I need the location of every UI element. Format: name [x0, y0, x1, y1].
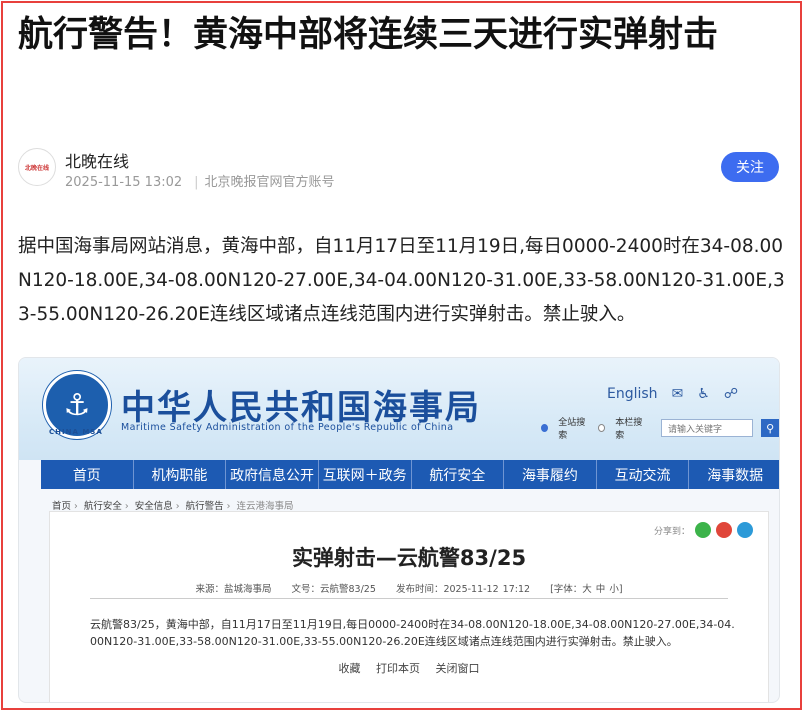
- site-subtitle: Maritime Safety Administration of the Pe…: [121, 422, 454, 433]
- share-bar: 分享到：: [654, 522, 753, 538]
- notice-actions: 收藏 打印本页 关闭窗口: [50, 660, 768, 676]
- publish-datetime: 2025-11-15 13:02: [65, 175, 183, 190]
- weibo-icon[interactable]: [716, 522, 732, 538]
- share-label: 分享到：: [653, 526, 690, 537]
- nav-item[interactable]: 海事履约: [504, 460, 597, 489]
- radio-all-icon[interactable]: [541, 424, 549, 432]
- notice-source: 来源：盐城海事局: [195, 584, 272, 595]
- author-meta: 2025-11-15 13:02 | 北京晚报官网官方账号: [65, 175, 335, 190]
- article-body: 据中国海事局网站消息，黄海中部，自11月17日至11月19日,每日0000-24…: [18, 236, 785, 325]
- breadcrumb: 首页 › 航行安全 › 安全信息 › 航行警告 › 连云港海事局: [52, 501, 294, 512]
- article-panel: 分享到： 实弹射击—云航警83/25 来源：盐城海事局 文号：云航警83/25 …: [49, 511, 769, 702]
- share-icon[interactable]: ☍: [724, 386, 738, 402]
- author-name[interactable]: 北晚在线: [65, 148, 129, 172]
- emblem-text: CHINA MSA: [49, 428, 103, 436]
- search-input[interactable]: 请输入关键字: [661, 419, 754, 437]
- headline: 航行警告！黄海中部将连续三天进行实弹射击: [18, 15, 719, 55]
- print-link[interactable]: 打印本页: [376, 662, 420, 675]
- search-row: 全站搜索 本栏搜索 请输入关键字 ⚲: [541, 415, 779, 441]
- source-label: 北京晚报官网官方账号: [204, 175, 335, 190]
- nav-item[interactable]: 航行安全: [412, 460, 505, 489]
- english-link[interactable]: English: [607, 386, 658, 402]
- follow-button[interactable]: 关注: [721, 152, 779, 182]
- top-links: English ✉ ♿ ☍: [607, 386, 738, 402]
- accessibility-icon[interactable]: ♿: [697, 386, 710, 402]
- notice-meta: 来源：盐城海事局 文号：云航警83/25 发布时间：2025-11-12 17:…: [50, 581, 768, 595]
- qq-icon[interactable]: [737, 522, 753, 538]
- close-window-link[interactable]: 关闭窗口: [436, 662, 480, 675]
- search-option-section[interactable]: 本栏搜索: [615, 415, 647, 441]
- divider: [90, 598, 728, 599]
- embedded-screenshot: ⚓ CHINA MSA 中华人民共和国海事局 Maritime Safety A…: [18, 357, 780, 703]
- nav-item[interactable]: 互动交流: [597, 460, 690, 489]
- site-banner: ⚓ CHINA MSA 中华人民共和国海事局 Maritime Safety A…: [19, 358, 779, 460]
- mail-icon[interactable]: ✉: [672, 386, 684, 402]
- nav-item[interactable]: 海事数据: [689, 460, 779, 489]
- font-size-control[interactable]: [字体：大 中 小]: [550, 584, 622, 595]
- notice-title: 实弹射击—云航警83/25: [291, 546, 527, 570]
- wechat-icon[interactable]: [695, 522, 711, 538]
- notice-body: 云航警83/25，黄海中部，自11月17日至11月19日,每日0000-2400…: [90, 618, 735, 648]
- main-nav: 首页 机构职能 政府信息公开 互联网＋政务 航行安全 海事履约 互动交流 海事数…: [41, 460, 779, 489]
- notice-publish-time: 发布时间：2025-11-12 17:12: [395, 584, 531, 595]
- author-bar: 北晚在线 北晚在线 2025-11-15 13:02 | 北京晚报官网官方账号 关注: [18, 146, 783, 190]
- notice-doc-no: 文号：云航警83/25: [291, 584, 376, 595]
- nav-item[interactable]: 政府信息公开: [226, 460, 319, 489]
- author-avatar[interactable]: 北晚在线: [18, 148, 56, 186]
- nav-item[interactable]: 首页: [41, 460, 134, 489]
- nav-item[interactable]: 机构职能: [134, 460, 227, 489]
- bookmark-link[interactable]: 收藏: [339, 662, 361, 675]
- radio-section-icon[interactable]: [598, 424, 606, 432]
- nav-item[interactable]: 互联网＋政务: [319, 460, 412, 489]
- search-option-all[interactable]: 全站搜索: [558, 415, 590, 441]
- search-icon[interactable]: ⚲: [761, 419, 779, 437]
